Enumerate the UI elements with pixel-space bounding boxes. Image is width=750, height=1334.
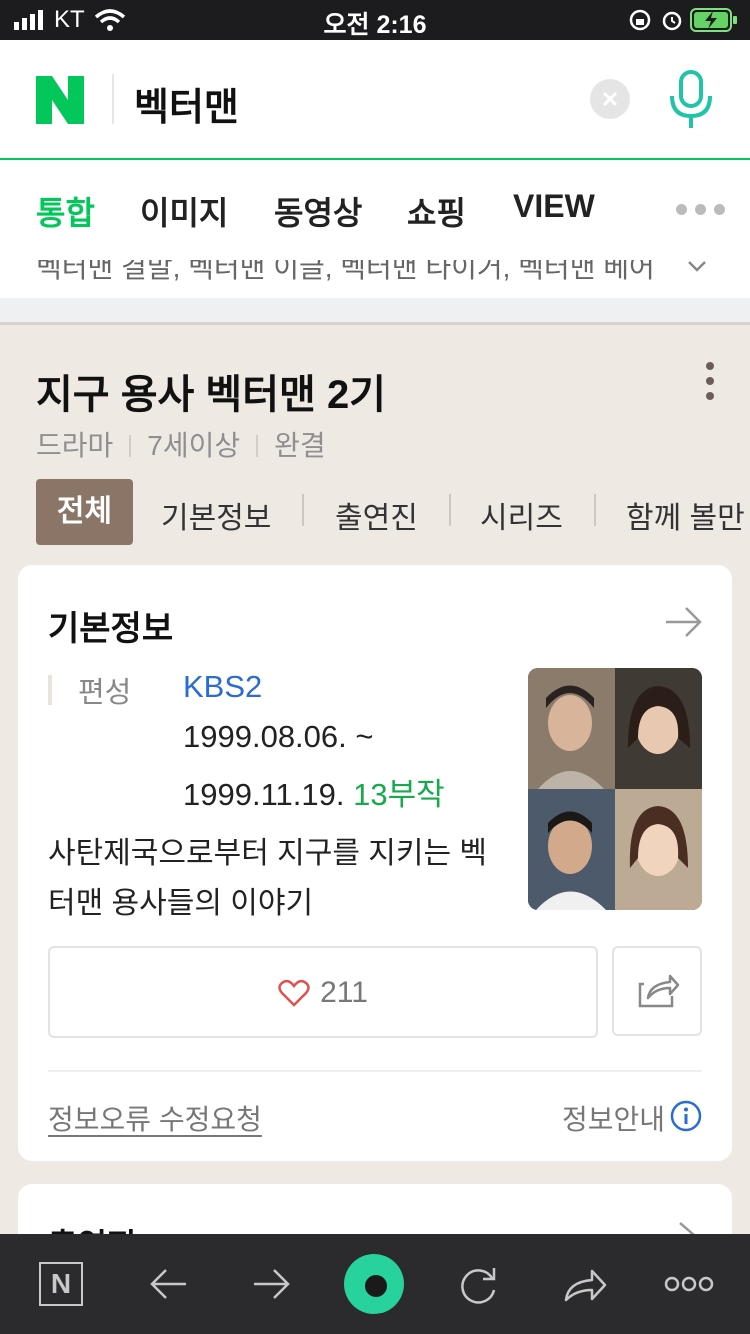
refresh-icon[interactable] [458, 1264, 500, 1306]
naver-logo-icon[interactable] [36, 76, 84, 124]
broadcaster-link[interactable]: KBS2 [183, 669, 262, 705]
search-input[interactable]: 벡터맨 [134, 76, 239, 131]
more-menu-icon[interactable] [664, 1274, 714, 1294]
meta-rating: 7세이상 [147, 430, 241, 461]
subtab-separator [449, 494, 451, 526]
tab-videos[interactable]: 동영상 [274, 188, 362, 234]
tab-integrated[interactable]: 통합 [36, 188, 95, 234]
forward-icon[interactable] [252, 1266, 292, 1302]
like-content: 211 [50, 976, 596, 1010]
air-date-start: 1999.08.06. ~ [183, 719, 374, 754]
broadcast-label: 편성 [78, 677, 132, 709]
heart-icon [278, 979, 310, 1007]
drama-title[interactable]: 지구 용사 벡터맨 2기 [36, 362, 386, 420]
related-keywords-text: 벡터맨 결말, 벡터맨 이글, 벡터맨 타이거, 벡터맨 베어 [36, 260, 655, 283]
like-count: 211 [320, 976, 368, 1009]
tab-shopping[interactable]: 쇼핑 [407, 188, 466, 234]
card-divider [48, 1070, 702, 1072]
green-dot-icon [365, 1275, 387, 1297]
green-dot-button[interactable] [344, 1254, 404, 1314]
rotation-lock-icon [629, 9, 651, 31]
subtab-cast[interactable]: 출연진 [335, 493, 418, 537]
more-options-button[interactable] [700, 362, 720, 402]
drama-meta: 드라마 7세이상 완결 [36, 424, 326, 464]
battery-icon [690, 8, 737, 32]
microphone-icon[interactable] [666, 70, 716, 132]
subtab-basic-info[interactable]: 기본정보 [161, 493, 271, 537]
subtab-all[interactable]: 전체 [36, 479, 133, 545]
episode-count: 13부작 [353, 777, 445, 812]
drama-description: 사탄제국으로부터 지구를 지키는 벡터맨 용사들의 이야기 [48, 837, 488, 920]
header-divider [112, 74, 114, 124]
meta-status: 완결 [274, 430, 326, 461]
close-icon [602, 91, 618, 107]
meta-genre: 드라마 [36, 430, 114, 461]
clear-search-button[interactable] [590, 79, 630, 119]
subtab-separator [302, 494, 304, 526]
subtab-separator [594, 494, 596, 526]
section-gap [0, 298, 750, 322]
back-icon[interactable] [148, 1266, 188, 1302]
more-tabs-button[interactable] [676, 202, 733, 220]
search-header: 벡터맨 [0, 40, 750, 160]
status-bar: KT 오전 2:16 [0, 0, 750, 40]
arrow-right-icon[interactable] [664, 605, 704, 639]
naver-home-button[interactable]: N [39, 1262, 83, 1306]
share-button[interactable] [612, 946, 702, 1036]
like-button[interactable]: 211 [48, 946, 598, 1038]
tab-view[interactable]: VIEW [513, 188, 595, 225]
search-tabs: 통합 이미지 동영상 쇼핑 VIEW [0, 160, 750, 260]
share-icon [638, 974, 680, 1008]
basic-info-card: 기본정보 편성 KBS2 1999.08.06. ~ 1999.11.19. 1… [18, 565, 732, 1161]
cast-poster-image[interactable] [528, 668, 702, 910]
cast-photo-grid [528, 668, 702, 910]
info-icon[interactable] [670, 1100, 702, 1132]
alarm-icon [662, 11, 682, 31]
air-date-end-line: 1999.11.19. 13부작 [183, 769, 445, 814]
chevron-down-icon[interactable] [686, 260, 708, 274]
basic-info-title[interactable]: 기본정보 [48, 601, 173, 650]
info-guide-label[interactable]: 정보안내 [562, 1098, 665, 1138]
share-forward-icon[interactable] [562, 1266, 608, 1304]
tab-images[interactable]: 이미지 [140, 188, 228, 234]
subtab-series[interactable]: 시리즈 [480, 493, 563, 537]
air-date-end: 1999.11.19. [183, 777, 345, 812]
related-keywords-strip: 벡터맨 결말, 벡터맨 이글, 벡터맨 타이거, 벡터맨 베어 [0, 260, 750, 298]
drama-subtabs: 전체 기본정보 출연진 시리즈 함께 볼만 [0, 479, 750, 545]
section-divider [0, 322, 750, 325]
browser-toolbar: N [0, 1234, 750, 1334]
field-marker [48, 675, 52, 705]
subtab-recommended[interactable]: 함께 볼만 [626, 493, 745, 537]
report-error-link[interactable]: 정보오류 수정요청 [48, 1098, 262, 1138]
